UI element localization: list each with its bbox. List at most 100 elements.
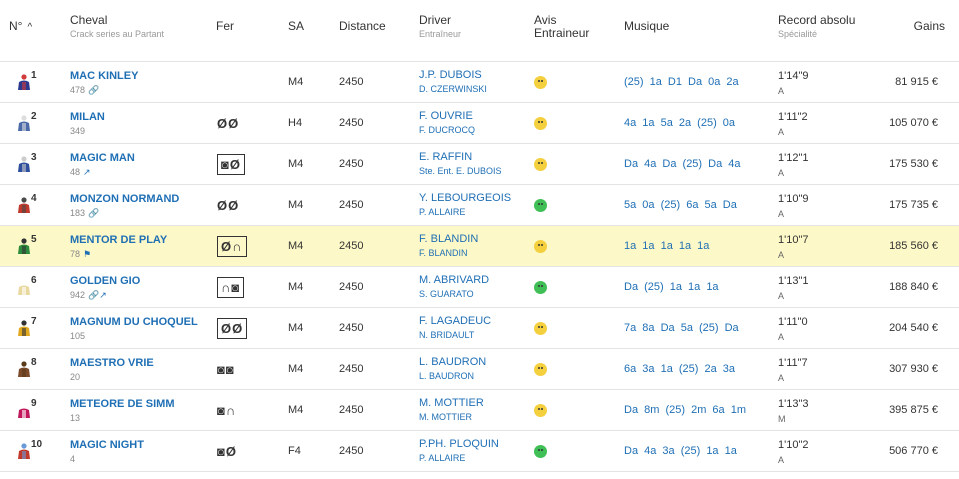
horse-extra-icon[interactable]: ⚑	[83, 249, 91, 259]
horse-number: 6	[31, 275, 37, 286]
table-row[interactable]: 5 MENTOR DE PLAY 78 ⚑ Ø∩ M4 2450 F. BLAND…	[0, 226, 959, 267]
musique-link[interactable]: Da (25) 1a 1a 1a	[624, 281, 719, 294]
horse-subinfo: 105	[70, 330, 88, 343]
driver-link[interactable]: F. LAGADEUC	[419, 315, 491, 328]
trainer-link[interactable]: M. MOTTIER	[419, 411, 472, 424]
record-speciality: A	[778, 168, 785, 178]
driver-link[interactable]: F. BLANDIN	[419, 233, 478, 246]
musique-link[interactable]: Da 4a Da (25) Da 4a	[624, 158, 741, 171]
horse-extra-icon[interactable]: ↗	[83, 167, 91, 177]
col-distance-header[interactable]: Distance	[339, 20, 386, 33]
trainer-link[interactable]: P. ALLAIRE	[419, 206, 465, 219]
trainer-link[interactable]: L. BAUDRON	[419, 370, 474, 383]
musique-link[interactable]: Da 4a 3a (25) 1a 1a	[624, 445, 737, 458]
record-speciality: A	[778, 86, 785, 96]
musique-link[interactable]: 4a 1a 5a 2a (25) 0a	[624, 117, 735, 130]
col-driver-header[interactable]: Driver Entraîneur	[419, 14, 461, 41]
table-row[interactable]: 4 MONZON NORMAND 183 🔗 ØØ M4 2450 Y. LEBO…	[0, 185, 959, 226]
col-driver-sublabel: Entraîneur	[419, 29, 462, 39]
table-body: 1 MAC KINLEY 478 🔗 M4 2450 J.P. DUBOIS D.…	[0, 62, 959, 472]
musique-link[interactable]: 6a 3a 1a (25) 2a 3a	[624, 363, 735, 376]
horse-name-link[interactable]: GOLDEN GIO	[70, 275, 140, 288]
horse-name-link[interactable]: METEORE DE SIMM	[70, 398, 175, 411]
record-value: 1'10"9	[778, 193, 809, 205]
record-speciality: A	[778, 209, 785, 219]
jockey-silk-icon	[18, 279, 30, 295]
col-record-sublabel: Spécialité	[778, 29, 818, 39]
trainer-link[interactable]: N. BRIDAULT	[419, 329, 474, 342]
col-record-header[interactable]: Record absolu Spécialité	[778, 14, 855, 41]
col-fer-header[interactable]: Fer	[216, 20, 234, 33]
sex-age: M4	[288, 199, 304, 211]
sort-asc-icon[interactable]: ^	[27, 21, 32, 34]
jockey-silk-icon	[18, 361, 30, 377]
driver-link[interactable]: Y. LEBOURGEOIS	[419, 192, 511, 205]
horse-name-link[interactable]: MONZON NORMAND	[70, 193, 179, 206]
horseshoe-icon: ◙∩	[217, 403, 237, 418]
musique-link[interactable]: 7a 8a Da 5a (25) Da	[624, 322, 739, 335]
horse-crack: 4	[70, 454, 76, 464]
table-row[interactable]: 7 MAGNUM DU CHOQUEL 105 ØØ M4 2450 F. LA…	[0, 308, 959, 349]
distance: 2450	[339, 76, 364, 88]
driver-link[interactable]: P.PH. PLOQUIN	[419, 438, 499, 451]
driver-link[interactable]: J.P. DUBOIS	[419, 69, 482, 82]
fer-icons: Ø∩	[217, 236, 247, 257]
col-cheval-header[interactable]: Cheval Crack series au Partant	[70, 14, 164, 41]
col-num-header[interactable]: N° ^	[9, 20, 32, 34]
table-row[interactable]: 3 MAGIC MAN 48 ↗ ◙Ø M4 2450 E. RAFFIN Ste…	[0, 144, 959, 185]
musique-link[interactable]: 1a 1a 1a 1a 1a	[624, 240, 709, 253]
trainer-link[interactable]: F. BLANDIN	[419, 247, 468, 260]
col-record-label: Record absolu	[778, 13, 856, 27]
musique-link[interactable]: (25) 1a D1 Da 0a 2a	[624, 76, 739, 89]
horse-extra-icon[interactable]: 🔗	[88, 85, 99, 95]
musique-link[interactable]: 5a 0a (25) 6a 5a Da	[624, 199, 737, 212]
horse-name-link[interactable]: MAGNUM DU CHOQUEL	[70, 316, 198, 329]
trainer-link[interactable]: P. ALLAIRE	[419, 452, 465, 465]
horse-crack: 349	[70, 126, 86, 136]
horse-name-link[interactable]: MAESTRO VRIE	[70, 357, 154, 370]
record-value: 1'14"9	[778, 70, 809, 82]
fer-icons: ØØ	[217, 195, 239, 216]
table-row[interactable]: 6 GOLDEN GIO 942 🔗↗ ∩◙ M4 2450 M. ABRIVAR…	[0, 267, 959, 308]
horse-crack: 183	[70, 208, 86, 218]
horse-name-link[interactable]: MAC KINLEY	[70, 70, 138, 83]
horse-subinfo: 183 🔗	[70, 207, 99, 220]
col-musique-header[interactable]: Musique	[624, 20, 669, 33]
distance: 2450	[339, 404, 364, 416]
musique-link[interactable]: Da 8m (25) 2m 6a 1m	[624, 404, 746, 417]
trainer-link[interactable]: S. GUARATO	[419, 288, 474, 301]
horseshoe-icon: ØØ	[217, 116, 240, 131]
driver-link[interactable]: M. MOTTIER	[419, 397, 484, 410]
driver-link[interactable]: F. OUVRIE	[419, 110, 473, 123]
record-speciality: A	[778, 332, 785, 342]
record-value: 1'11"2	[778, 111, 808, 123]
horse-extra-icon[interactable]: 🔗↗	[88, 290, 107, 300]
trainer-link[interactable]: Ste. Ent. E. DUBOIS	[419, 165, 502, 178]
horseshoe-icon: ØØ	[217, 198, 240, 213]
driver-link[interactable]: E. RAFFIN	[419, 151, 472, 164]
record-value: 1'11"7	[778, 357, 808, 369]
table-row[interactable]: 10 MAGIC NIGHT 4 ◙Ø F4 2450 P.PH. PLOQUI…	[0, 431, 959, 472]
horse-extra-icon[interactable]: 🔗	[88, 208, 99, 218]
col-avis-header[interactable]: Avis Entraineur	[534, 14, 589, 40]
horse-name-link[interactable]: MAGIC MAN	[70, 152, 135, 165]
driver-link[interactable]: L. BAUDRON	[419, 356, 486, 369]
gains-value: 506 770 €	[889, 445, 938, 457]
col-sa-header[interactable]: SA	[288, 20, 304, 33]
horse-name-link[interactable]: MAGIC NIGHT	[70, 439, 144, 452]
gains-value: 307 930 €	[889, 363, 938, 375]
record-speciality: M	[778, 414, 786, 424]
trainer-link[interactable]: D. CZERWINSKI	[419, 83, 487, 96]
driver-link[interactable]: M. ABRIVARD	[419, 274, 489, 287]
trainer-link[interactable]: F. DUCROCQ	[419, 124, 475, 137]
horse-name-link[interactable]: MENTOR DE PLAY	[70, 234, 167, 247]
table-row[interactable]: 2 MILAN 349 ØØ H4 2450 F. OUVRIE F. DUCR…	[0, 103, 959, 144]
gains-value: 204 540 €	[889, 322, 938, 334]
horse-name-link[interactable]: MILAN	[70, 111, 105, 124]
avis-smiley-icon	[534, 322, 547, 335]
col-gains-header[interactable]: Gains	[914, 20, 945, 33]
gains-value: 185 560 €	[889, 240, 938, 252]
table-row[interactable]: 9 METEORE DE SIMM 13 ◙∩ M4 2450 M. MOTTI…	[0, 390, 959, 431]
table-row[interactable]: 1 MAC KINLEY 478 🔗 M4 2450 J.P. DUBOIS D.…	[0, 62, 959, 103]
table-row[interactable]: 8 MAESTRO VRIE 20 ◙◙ M4 2450 L. BAUDRON …	[0, 349, 959, 390]
